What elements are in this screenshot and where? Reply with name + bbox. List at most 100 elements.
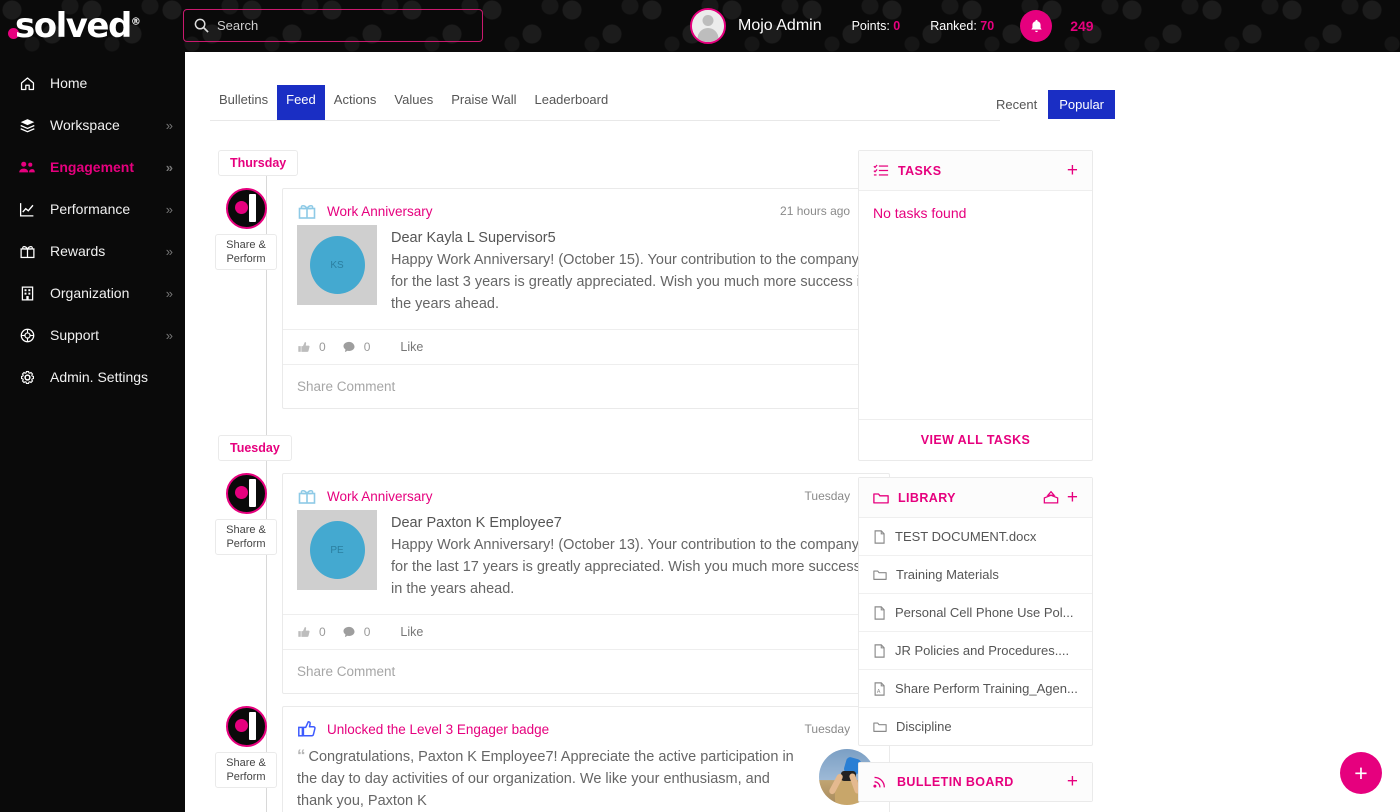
sort-recent[interactable]: Recent [985,90,1048,119]
sidebar-item-support[interactable]: Support » [0,314,185,356]
ranked-value: 70 [980,19,994,33]
post-text: “Congratulations, Paxton K Employee7! Ap… [297,745,807,812]
list-item[interactable]: JR Policies and Procedures.... [859,632,1092,670]
view-all-tasks-button[interactable]: VIEW ALL TASKS [859,419,1092,460]
list-item[interactable]: Discipline [859,708,1092,745]
sidebar-item-home[interactable]: Home [0,62,185,104]
post-greeting: Dear Paxton K Employee7 [391,512,875,534]
list-item-label: TEST DOCUMENT.docx [895,529,1036,544]
list-item-label: Share Perform Training_Agen... [895,681,1078,696]
sidebar-item-organization[interactable]: Organization » [0,272,185,314]
brand-label-line2: Perform [222,252,270,266]
post-thumbnail: KS [297,225,377,305]
list-item[interactable]: TEST DOCUMENT.docx [859,518,1092,556]
tab-values[interactable]: Values [385,85,442,120]
avatar-initials: PE [310,521,365,579]
points-value: 0 [893,19,900,33]
points-label: Points: [852,19,890,33]
comment-input-row[interactable]: Share Comment [283,649,889,693]
post-actions: 0 0 Like [283,329,889,364]
list-item[interactable]: A Share Perform Training_Agen... [859,670,1092,708]
logo-dot-icon [235,719,248,732]
layers-icon [16,115,38,135]
post-header: Unlocked the Level 3 Engager badge Tuesd… [283,707,889,741]
comment-icon[interactable] [342,340,356,354]
logo-bar-icon [249,194,256,222]
folder-icon [873,569,887,581]
ranked-label: Ranked: [930,19,977,33]
file-icon [873,606,886,620]
like-button[interactable]: Like [400,340,423,354]
tab-feed[interactable]: Feed [277,85,325,120]
sort-popular[interactable]: Popular [1048,90,1115,119]
thumbs-up-icon[interactable] [297,625,311,639]
upload-icon[interactable] [1043,490,1059,505]
floating-action-button[interactable]: + [1340,752,1382,794]
brand-avatar-icon[interactable] [226,188,267,229]
lifebuoy-icon [16,325,38,345]
brand-avatar-icon[interactable] [226,473,267,514]
post-card: Unlocked the Level 3 Engager badge Tuesd… [282,706,890,812]
feed-post: Share & Perform Work Anniversary 21 hour… [210,188,890,409]
tab-bulletins[interactable]: Bulletins [210,85,277,120]
list-item-label: Discipline [896,719,952,734]
isolved-logo[interactable]: solved® [8,2,139,50]
sidebar-item-rewards[interactable]: Rewards » [0,230,185,272]
tasks-panel-header: TASKS + [859,151,1092,191]
add-library-item-button[interactable]: + [1067,491,1078,505]
post-type[interactable]: Work Anniversary [327,204,780,219]
notifications-button[interactable] [1020,10,1052,42]
add-task-button[interactable]: + [1067,164,1078,178]
tab-leaderboard[interactable]: Leaderboard [525,85,617,120]
folder-icon [873,491,889,505]
post-greeting: Dear Kayla L Supervisor5 [391,227,875,249]
sidebar-item-performance[interactable]: Performance » [0,188,185,230]
right-sidebar: TASKS + No tasks found VIEW ALL TASKS LI… [858,150,1093,812]
library-panel-title: LIBRARY [898,491,1043,505]
post-type[interactable]: Work Anniversary [327,489,805,504]
comment-placeholder: Share Comment [297,664,395,679]
add-bulletin-button[interactable]: + [1067,775,1078,789]
chevron-right-icon: » [166,328,171,343]
list-item-label: Training Materials [896,567,999,582]
comment-icon[interactable] [342,625,356,639]
brand-label-line1: Share & [222,756,270,770]
list-item[interactable]: Training Materials [859,556,1092,594]
search-input[interactable]: Search [183,9,483,42]
quote-mark: “ [297,746,306,765]
pdf-file-icon: A [873,682,886,696]
logo-bar-icon [249,712,256,740]
person-icon [692,9,724,43]
points-stat: Points: 0 [852,19,901,33]
like-count: 0 [319,625,326,639]
sidebar-item-label: Rewards [50,243,105,259]
list-item[interactable]: Personal Cell Phone Use Pol... [859,594,1092,632]
tasks-panel-title: TASKS [898,164,1059,178]
avatar[interactable] [690,8,726,44]
user-name[interactable]: Mojo Admin [738,17,822,35]
brand-label: Share & Perform [215,519,277,555]
sidebar-item-admin-settings[interactable]: Admin. Settings [0,356,185,398]
feed-post: Share & Perform Unlocked the Level 3 Eng… [210,706,890,812]
tab-praise-wall[interactable]: Praise Wall [442,85,525,120]
post-type[interactable]: Unlocked the Level 3 Engager badge [327,722,805,737]
post-card: Work Anniversary Tuesday ▼ PE Dear Paxto… [282,473,890,694]
tab-actions[interactable]: Actions [325,85,386,120]
sidebar-item-workspace[interactable]: Workspace » [0,104,185,146]
brand-avatar-icon[interactable] [226,706,267,747]
tab-bar: Bulletins Feed Actions Values Praise Wal… [210,85,1000,121]
sidebar-item-label: Home [50,75,87,91]
app-root: solved® Search Mojo Admin Points: 0 Rank… [0,0,1400,812]
chevron-right-icon: » [166,286,171,301]
logo-dot-icon [235,486,248,499]
comment-input-row[interactable]: Share Comment [283,364,889,408]
sidebar-item-engagement[interactable]: Engagement » [0,146,185,188]
thumbs-up-icon[interactable] [297,340,311,354]
ranked-stat: Ranked: 70 [930,19,994,33]
post-header: Work Anniversary Tuesday ▼ [283,474,889,508]
brand-label: Share & Perform [215,752,277,788]
sidebar-item-label: Performance [50,201,130,217]
post-body: KS Dear Kayla L Supervisor5 Happy Work A… [283,223,889,329]
plus-icon: + [1354,763,1367,783]
like-button[interactable]: Like [400,625,423,639]
